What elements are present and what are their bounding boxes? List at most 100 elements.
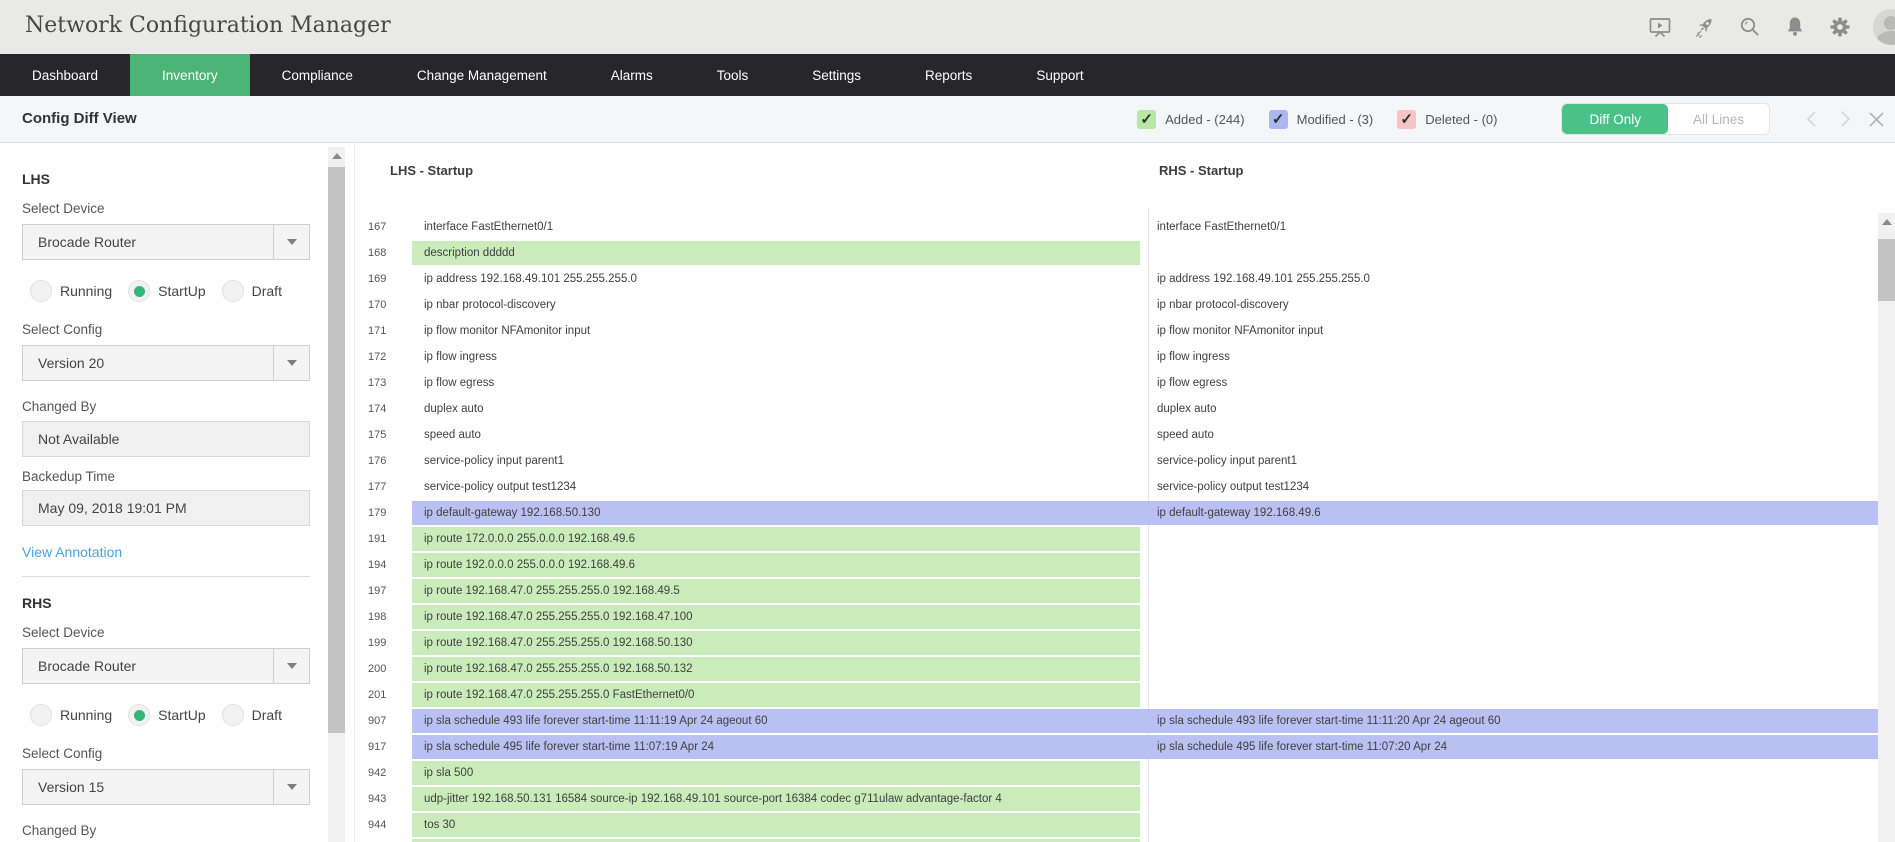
line-number: 194 [368,552,410,578]
main-nav: DashboardInventoryComplianceChange Manag… [0,54,1895,96]
tab-compliance[interactable]: Compliance [250,54,385,96]
bell-icon[interactable] [1783,15,1807,39]
filter-label: Added - (244) [1165,112,1245,127]
tab-support[interactable]: Support [1004,54,1115,96]
tab-reports[interactable]: Reports [893,54,1004,96]
line-number: 171 [368,318,410,344]
diff-row: 179ip default-gateway 192.168.50.130ip d… [355,500,1878,526]
tab-alarms[interactable]: Alarms [579,54,685,96]
rhs-line [1148,683,1878,707]
lhs-line: service-policy output test1234 [412,475,1140,499]
lhs-line: tos 30 [412,813,1140,837]
lhs-line: interface FastEthernet0/1 [412,215,1140,239]
lhs-radio-startup[interactable]: StartUp [128,280,205,302]
diff-toolbar: Config Diff View ✓Added - (244)✓Modified… [0,96,1895,143]
diff-sidebar: LHS Select Device Brocade Router Running… [0,143,355,842]
diff-only-button[interactable]: Diff Only [1562,104,1668,134]
lhs-line: udp-jitter 192.168.50.131 16584 source-i… [412,787,1140,811]
rhs-radio-running[interactable]: Running [30,704,112,726]
line-number: 197 [368,578,410,604]
diff-row: 917ip sla schedule 495 life forever star… [355,734,1878,760]
lhs-line: ip sla 500 [412,761,1140,785]
scroll-up-arrow[interactable] [328,147,345,164]
scrollbar-thumb[interactable] [328,167,345,733]
presentation-icon[interactable] [1648,15,1672,39]
chevron-down-icon [287,239,297,245]
page-title: Config Diff View [22,110,137,127]
radio-icon [222,704,244,726]
lhs-device-select[interactable]: Brocade Router [22,224,310,260]
rhs-device-select[interactable]: Brocade Router [22,648,310,684]
lhs-radio-running[interactable]: Running [30,280,112,302]
lhs-select-config-label: Select Config [22,322,310,337]
tab-inventory[interactable]: Inventory [130,54,250,96]
diff-row: 169ip address 192.168.49.101 255.255.255… [355,266,1878,292]
rhs-line: ip flow monitor NFAmonitor input [1148,319,1878,343]
rhs-line: ip flow ingress [1148,345,1878,369]
lhs-line: ip route 192.168.47.0 255.255.255.0 192.… [412,631,1140,655]
checkbox-icon[interactable]: ✓ [1397,110,1416,129]
rhs-line: ip flow egress [1148,371,1878,395]
rhs-column-header: RHS - Startup [1159,163,1244,178]
checkbox-icon[interactable]: ✓ [1137,110,1156,129]
scrollbar-thumb[interactable] [1878,239,1895,301]
rhs-radio-draft[interactable]: Draft [222,704,282,726]
rhs-line [1148,631,1878,655]
line-number: 198 [368,604,410,630]
rhs-line [1148,605,1878,629]
chevron-down-icon [287,784,297,790]
dropdown-arrow-button[interactable] [273,770,309,804]
line-number: 169 [368,266,410,292]
dropdown-arrow-button[interactable] [273,225,309,259]
line-number: 944 [368,812,410,838]
lhs-line: ip route 192.168.47.0 255.255.255.0 192.… [412,605,1140,629]
line-number: 200 [368,656,410,682]
rhs-line: ip nbar protocol-discovery [1148,293,1878,317]
diff-row: 177service-policy output test1234service… [355,474,1878,500]
lhs-radio-draft[interactable]: Draft [222,280,282,302]
rhs-line: ip sla schedule 495 life forever start-t… [1148,735,1878,759]
rocket-icon[interactable] [1693,15,1717,39]
sidebar-divider [22,576,310,577]
gear-icon[interactable] [1828,15,1852,39]
scroll-up-arrow[interactable] [1878,213,1895,230]
line-number: 168 [368,240,410,266]
checkbox-icon[interactable]: ✓ [1269,110,1288,129]
radio-icon [30,280,52,302]
line-number: 167 [368,214,410,240]
tab-tools[interactable]: Tools [685,54,781,96]
line-number: 179 [368,500,410,526]
lhs-line: ip route 192.168.47.0 255.255.255.0 192.… [412,579,1140,603]
line-number: 173 [368,370,410,396]
lhs-line: ip sla schedule 493 life forever start-t… [412,709,1148,733]
search-icon[interactable] [1738,15,1762,39]
diff-view: LHS - Startup RHS - Startup 167interface… [355,143,1895,842]
chevron-right-icon[interactable] [1836,109,1854,129]
line-number: 943 [368,786,410,812]
diff-row: 191ip route 172.0.0.0 255.0.0.0 192.168.… [355,526,1878,552]
dropdown-arrow-button[interactable] [273,649,309,683]
close-icon[interactable] [1868,111,1885,128]
tab-change-management[interactable]: Change Management [385,54,579,96]
line-number: 199 [368,630,410,656]
lhs-line: service-policy input parent1 [412,449,1140,473]
rhs-config-type-group: Running StartUp Draft [22,704,310,726]
diff-row: 171ip flow monitor NFAmonitor inputip fl… [355,318,1878,344]
tab-settings[interactable]: Settings [780,54,893,96]
rhs-line [1148,527,1878,551]
diff-row: 168description ddddd [355,240,1878,266]
filter-label: Deleted - (0) [1425,112,1497,127]
view-annotation-link[interactable]: View Annotation [22,544,122,560]
rhs-radio-startup[interactable]: StartUp [128,704,205,726]
triangle-up-icon [332,153,342,159]
avatar[interactable] [1873,9,1895,45]
chevron-down-icon [287,663,297,669]
rhs-config-select[interactable]: Version 15 [22,769,310,805]
tab-dashboard[interactable]: Dashboard [0,54,130,96]
rhs-line [1148,787,1878,811]
all-lines-button[interactable]: All Lines [1668,104,1769,134]
chevron-left-icon[interactable] [1803,109,1821,129]
diff-row: 197ip route 192.168.47.0 255.255.255.0 1… [355,578,1878,604]
lhs-config-select[interactable]: Version 20 [22,345,310,381]
dropdown-arrow-button[interactable] [273,346,309,380]
